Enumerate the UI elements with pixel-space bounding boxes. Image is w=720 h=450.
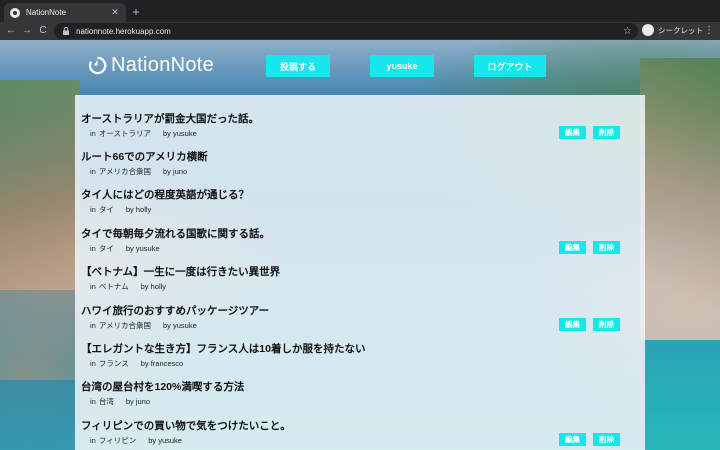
browser-tab[interactable]: NationNote ✕ (4, 3, 126, 22)
background-sea-left (0, 380, 80, 450)
article-item: タイ人にはどの程度英語が通じる？ in タイ by holly (75, 179, 645, 217)
bookmark-star-icon[interactable]: ☆ (623, 26, 632, 37)
article-title-link[interactable]: フィリピンでの買い物で気をつけたいこと。 (81, 418, 291, 433)
article-country: タイ (98, 205, 114, 214)
country-prefix: in (90, 129, 96, 138)
article-item: フィリピンでの買い物で気をつけたいこと。 in フィリピン by yusuke 編集 削除 (75, 410, 645, 448)
article-item: ハワイ旅行のおすすめパッケージツアー in アメリカ合衆国 by yusuke 編集 削除 (75, 295, 645, 333)
browser-toolbar: ← → C nationnote.herokuapp.com ☆ シークレット … (0, 22, 720, 40)
country-prefix: in (90, 397, 96, 406)
article-country: フィリピン (98, 436, 137, 445)
delete-button[interactable]: 削除 (593, 318, 620, 331)
forward-button[interactable]: → (20, 24, 34, 38)
page-background: NationNote 投稿する yusuke ログアウト オーストラリアが罰金大… (0, 40, 720, 450)
logo-icon (88, 56, 107, 75)
background-sea-right (640, 340, 720, 450)
article-list: オーストラリアが罰金大国だった話。 in オーストラリア by yusuke 編集 削除ル… (75, 95, 645, 450)
article-title-link[interactable]: ハワイ旅行のおすすめパッケージツアー (81, 303, 269, 318)
country-prefix: in (90, 282, 96, 291)
browser-tab-bar: NationNote ✕ + (0, 0, 720, 22)
article-title-link[interactable]: 【ベトナム】一生に一度は行きたい異世界 (81, 264, 280, 279)
article-meta: in アメリカ合衆国 by juno (90, 166, 199, 177)
article-author: by juno (125, 397, 151, 406)
edit-button[interactable]: 編集 (559, 241, 586, 254)
country-prefix: in (90, 205, 96, 214)
article-country: フランス (98, 359, 129, 368)
edit-button[interactable]: 編集 (559, 126, 586, 139)
article-meta: in オーストラリア by yusuke (90, 128, 209, 139)
article-country: ベトナム (98, 282, 129, 291)
tab-title: NationNote (26, 8, 67, 17)
post-button[interactable]: 投稿する (266, 55, 330, 77)
article-meta: in タイ by holly (90, 204, 163, 215)
article-title-link[interactable]: ルート66でのアメリカ横断 (81, 149, 208, 164)
country-prefix: in (90, 244, 96, 253)
site-logo[interactable]: NationNote (88, 54, 214, 77)
article-meta: in フィリピン by yusuke (90, 435, 194, 446)
browser-menu-icon[interactable]: ⋮ (704, 24, 714, 38)
article-author: by holly (125, 205, 152, 214)
article-country: タイ (98, 244, 114, 253)
article-author: by holly (140, 282, 167, 291)
article-title-link[interactable]: タイ人にはどの程度英語が通じる？ (81, 187, 249, 202)
edit-button[interactable]: 編集 (559, 433, 586, 446)
article-item: 【エレガントな生き方】フランス人は10着しか服を持たない in フランス by fra… (75, 333, 645, 371)
delete-button[interactable]: 削除 (593, 241, 620, 254)
incognito-indicator[interactable]: シークレット (642, 24, 703, 36)
article-author: by yusuke (148, 436, 182, 445)
article-item: タイで毎朝毎夕流れる国歌に関する話。 in タイ by yusuke 編集 削除 (75, 218, 645, 256)
address-bar[interactable]: nationnote.herokuapp.com ☆ (54, 23, 638, 39)
country-prefix: in (90, 359, 96, 368)
lock-icon (63, 27, 69, 35)
logo-text: NationNote (111, 54, 215, 76)
globe-icon (10, 7, 20, 18)
article-author: by yusuke (125, 244, 160, 253)
article-title-link[interactable]: 台湾の屋台村を120%満喫する方法 (81, 379, 244, 394)
tab-close-icon[interactable]: ✕ (110, 7, 120, 18)
article-author: by yusuke (162, 129, 197, 138)
article-country: アメリカ合衆国 (98, 321, 151, 330)
article-item: オーストラリアが罰金大国だった話。 in オーストラリア by yusuke 編集 削除 (75, 103, 645, 141)
article-title-link[interactable]: オーストラリアが罰金大国だった話。 (81, 111, 259, 126)
incognito-label: シークレット (658, 25, 703, 35)
article-title-link[interactable]: タイで毎朝毎夕流れる国歌に関する話。 (81, 226, 270, 241)
article-item: 【ベトナム】一生に一度は行きたい異世界 in ベトナム by holly (75, 256, 645, 294)
article-meta: in ベトナム by holly (90, 281, 178, 292)
article-item: ルート66でのアメリカ横断 in アメリカ合衆国 by juno (75, 141, 645, 179)
article-country: アメリカ合衆国 (98, 167, 151, 176)
article-author: by juno (162, 167, 188, 176)
article-meta: in タイ by yusuke (90, 243, 172, 254)
delete-button[interactable]: 削除 (593, 433, 620, 446)
incognito-icon (642, 24, 654, 36)
logout-button[interactable]: ログアウト (474, 55, 546, 77)
url-text: nationnote.herokuapp.com (76, 26, 171, 36)
article-meta: in フランス by francesco (90, 358, 195, 369)
background-scenery-left (0, 80, 80, 290)
delete-button[interactable]: 削除 (593, 126, 620, 139)
article-author: by yusuke (162, 321, 197, 330)
article-meta: in アメリカ合衆国 by yusuke (90, 320, 209, 331)
article-country: オーストラリア (98, 129, 151, 138)
country-prefix: in (90, 436, 96, 445)
background-scenery-right (640, 58, 720, 348)
user-button[interactable]: yusuke (370, 55, 434, 77)
article-meta: in 台湾 by juno (90, 396, 162, 407)
article-author: by francesco (140, 359, 184, 368)
article-item: 台湾の屋台村を120%満喫する方法 in 台湾 by juno (75, 371, 645, 409)
edit-button[interactable]: 編集 (559, 318, 586, 331)
new-tab-button[interactable]: + (130, 5, 142, 19)
article-country: 台湾 (98, 397, 114, 406)
country-prefix: in (90, 167, 96, 176)
article-title-link[interactable]: 【エレガントな生き方】フランス人は10着しか服を持たない (81, 341, 365, 356)
country-prefix: in (90, 321, 96, 330)
reload-button[interactable]: C (36, 24, 50, 38)
back-button[interactable]: ← (4, 24, 18, 38)
